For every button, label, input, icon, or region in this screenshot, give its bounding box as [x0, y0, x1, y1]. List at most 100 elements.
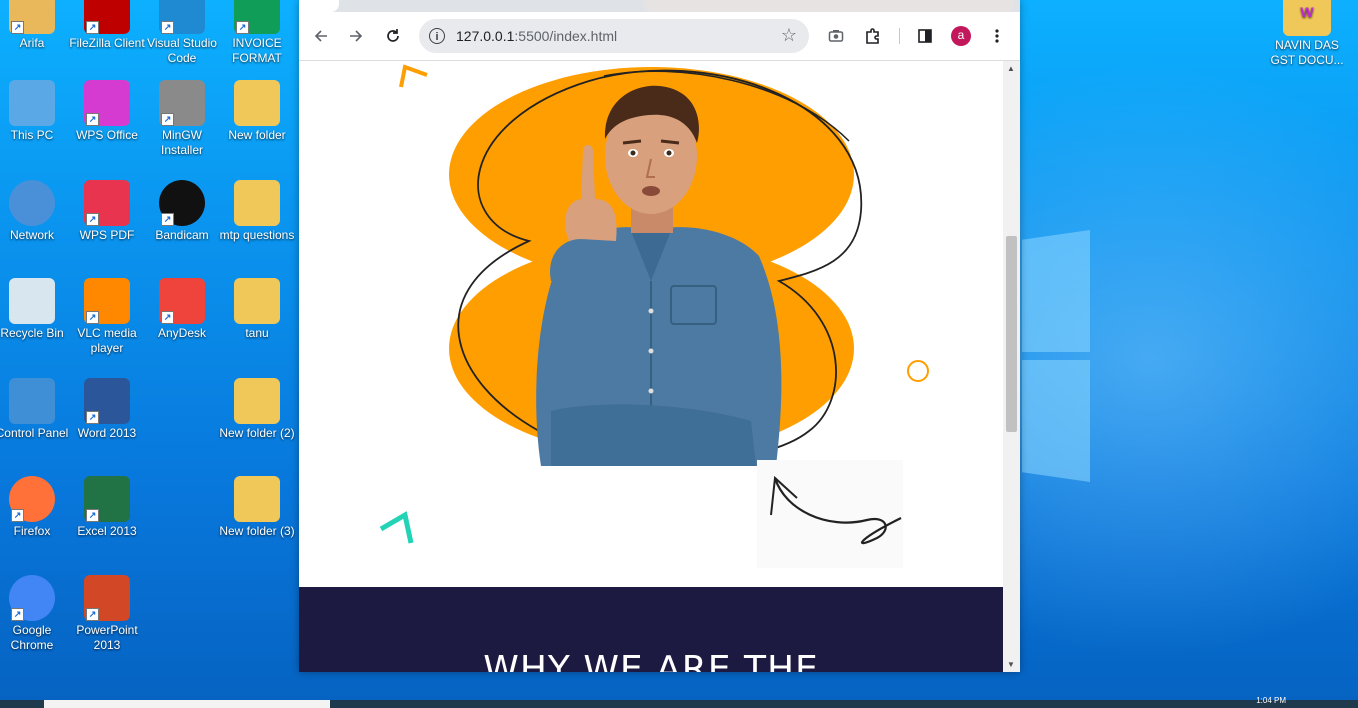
desktop-icon-label: New folder (3) — [219, 524, 295, 538]
browser-toolbar: i 127.0.0.1:5500/index.html ☆ a — [299, 12, 1020, 61]
desktop-icon-label: Bandicam — [155, 228, 209, 242]
scroll-down-icon[interactable]: ▼ — [1007, 660, 1015, 669]
extensions-button[interactable] — [861, 24, 885, 48]
taskbar-search-box[interactable] — [44, 700, 330, 708]
shortcut-arrow-icon: ↗ — [161, 311, 174, 324]
page-scrollbar[interactable]: ▲ ▼ — [1003, 61, 1020, 672]
desktop-icon-mingw-installer[interactable]: ↗ MinGW Installer — [144, 80, 220, 158]
shortcut-arrow-icon: ↗ — [161, 113, 174, 126]
word-icon: ↗ — [84, 378, 130, 424]
forward-button[interactable] — [344, 24, 368, 48]
user-folder-icon: ↗ — [9, 0, 55, 34]
desktop-icon-label: MinGW Installer — [160, 128, 204, 157]
sheets-file-icon: ↗ — [234, 0, 280, 34]
desktop-icon-label: tanu — [245, 326, 269, 340]
desktop-icon-arifa[interactable]: ↗ Arifa — [0, 0, 70, 51]
camera-icon — [828, 30, 844, 42]
reload-button[interactable] — [381, 24, 405, 48]
desktop-icon-label: Excel 2013 — [77, 524, 137, 538]
desktop-icon-filezilla-client[interactable]: ↗ FileZilla Client — [69, 0, 145, 51]
desktop-icon-excel-2013[interactable]: ↗ Excel 2013 — [69, 476, 145, 539]
shortcut-arrow-icon: ↗ — [86, 311, 99, 324]
firefox-icon: ↗ — [9, 476, 55, 522]
desktop-icon-tanu[interactable]: tanu — [219, 278, 295, 341]
url-host: 127.0.0.1 — [456, 28, 515, 44]
active-tab[interactable] — [299, 0, 339, 12]
bookmark-star-icon[interactable]: ☆ — [781, 25, 797, 46]
folder-icon — [234, 476, 280, 522]
scroll-up-icon[interactable]: ▲ — [1007, 64, 1015, 73]
desktop-icon-wps-office[interactable]: ↗ WPS Office — [69, 80, 145, 143]
curved-arrow-image — [757, 460, 903, 568]
puzzle-icon — [866, 28, 879, 44]
desktop-icon-powerpoint-2013[interactable]: ↗ PowerPoint 2013 — [69, 575, 145, 653]
browser-window[interactable]: i 127.0.0.1:5500/index.html ☆ a WHY WE A… — [299, 0, 1020, 672]
mingw-installer-icon: ↗ — [159, 80, 205, 126]
folder-icon — [234, 378, 280, 424]
back-button[interactable] — [309, 24, 333, 48]
desktop-icon-bandicam[interactable]: ↗ Bandicam — [144, 180, 220, 243]
desktop-icon-control-panel[interactable]: Control Panel — [0, 378, 70, 441]
scrollbar-thumb[interactable] — [1006, 236, 1017, 432]
menu-button[interactable] — [985, 24, 1009, 48]
desktop-icon-firefox[interactable]: ↗ Firefox — [0, 476, 70, 539]
shortcut-arrow-icon: ↗ — [86, 213, 99, 226]
url-path: :5500/index.html — [514, 28, 618, 44]
desktop-icon-label: WPS Office — [76, 128, 138, 142]
desktop-icon-network[interactable]: Network — [0, 180, 70, 243]
page-viewport[interactable]: WHY WE ARE THE — [299, 61, 1003, 672]
folder-icon — [234, 180, 280, 226]
excel-icon: ↗ — [84, 476, 130, 522]
shortcut-arrow-icon: ↗ — [11, 608, 24, 621]
tab-strip — [299, 0, 1020, 12]
desktop-icon-this-pc[interactable]: This PC — [0, 80, 70, 143]
desktop-icon-word-2013[interactable]: ↗ Word 2013 — [69, 378, 145, 441]
desktop-icon-label: New folder — [228, 128, 286, 142]
url-text[interactable]: 127.0.0.1:5500/index.html — [456, 28, 617, 44]
side-panel-button[interactable] — [913, 24, 937, 48]
desktop-icon-label: Control Panel — [0, 426, 69, 440]
desktop-icon-navin-das[interactable]: W NAVIN DAS GST DOCU... — [1269, 0, 1345, 68]
desktop-icon-new-folder-2-[interactable]: New folder (2) — [219, 378, 295, 441]
bandicam-icon: ↗ — [159, 180, 205, 226]
desktop-icon-label: Arifa — [19, 36, 45, 50]
shortcut-arrow-icon: ↗ — [11, 509, 24, 522]
taskbar: 1:04 PM — [0, 696, 1358, 708]
desktop-icon-anydesk[interactable]: ↗ AnyDesk — [144, 278, 220, 341]
desktop-icon-label: Recycle Bin — [0, 326, 64, 340]
recycle-bin-icon — [9, 278, 55, 324]
taskbar-clock[interactable]: 1:04 PM — [1256, 696, 1286, 705]
desktop-icon-label: NAVIN DAS GST DOCU... — [1270, 38, 1344, 67]
desktop-icon-label: AnyDesk — [157, 326, 207, 340]
computer-icon — [9, 80, 55, 126]
profile-avatar[interactable]: a — [951, 26, 971, 46]
site-info-icon[interactable]: i — [429, 28, 445, 44]
forward-arrow-icon — [350, 30, 363, 42]
desktop-icon-label: INVOICE FORMAT — [232, 36, 282, 65]
control-panel-icon — [9, 378, 55, 424]
orange-caret-decoration — [399, 64, 428, 88]
desktop-icon-wps-pdf[interactable]: ↗ WPS PDF — [69, 180, 145, 243]
shortcut-arrow-icon: ↗ — [86, 411, 99, 424]
desktop-icon-visual-studio-code[interactable]: ↗ Visual Studio Code — [144, 0, 220, 66]
desktop-icon-google-chrome[interactable]: ↗ Google Chrome — [0, 575, 70, 653]
desktop-icon-recycle-bin[interactable]: Recycle Bin — [0, 278, 70, 341]
desktop-icon-invoice-format[interactable]: ↗ INVOICE FORMAT — [219, 0, 295, 66]
desktop-icon-new-folder-3-[interactable]: New folder (3) — [219, 476, 295, 539]
filezilla-icon: ↗ — [84, 0, 130, 34]
desktop-icon-new-folder[interactable]: New folder — [219, 80, 295, 143]
folder-icon — [234, 80, 280, 126]
desktop-icon-vlc-media-player[interactable]: ↗ VLC media player — [69, 278, 145, 356]
shortcut-arrow-icon: ↗ — [86, 21, 99, 34]
vlc-icon: ↗ — [84, 278, 130, 324]
address-bar[interactable]: i 127.0.0.1:5500/index.html ☆ — [419, 19, 809, 53]
wps-pdf-icon: ↗ — [84, 180, 130, 226]
desktop-icon-label: Google Chrome — [10, 623, 54, 652]
orange-ring-decoration — [907, 360, 929, 382]
desktop-icon-label: Firefox — [13, 524, 51, 538]
screenshot-button[interactable] — [824, 24, 848, 48]
desktop-icon-mtp-questions[interactable]: mtp questions — [219, 180, 295, 243]
network-icon — [9, 180, 55, 226]
reload-icon — [387, 29, 399, 42]
tab-strip-area — [644, 0, 1014, 12]
